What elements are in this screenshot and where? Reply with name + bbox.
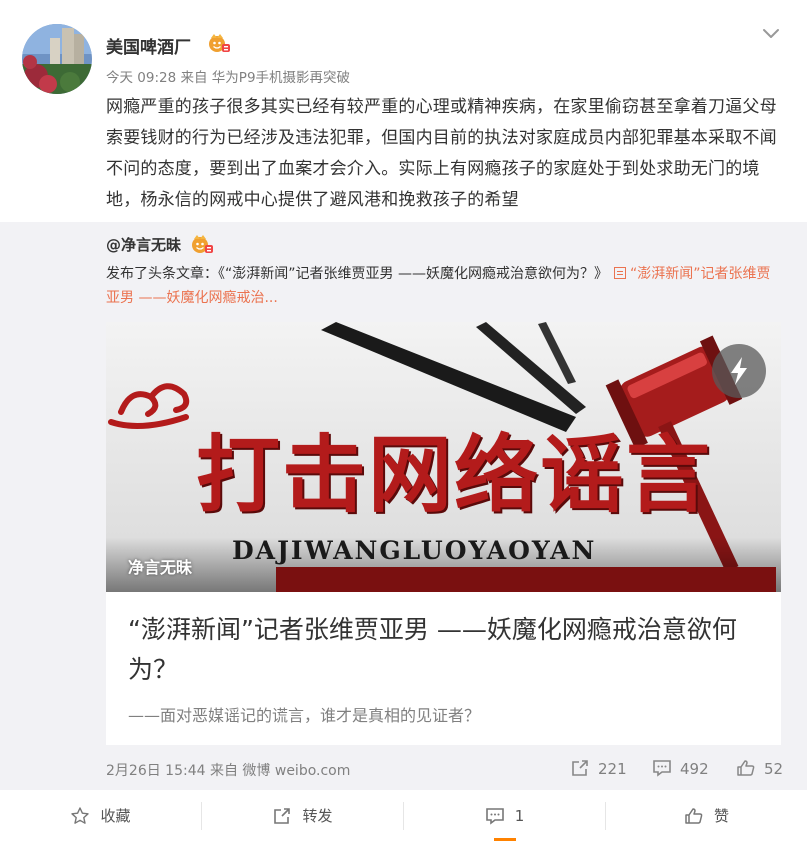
lightning-icon[interactable] xyxy=(712,344,766,398)
share-icon xyxy=(572,760,588,776)
like-stat[interactable]: 52 xyxy=(736,758,783,780)
banner-text: 打击网络谣言 xyxy=(196,408,781,518)
comment-count: 492 xyxy=(680,760,709,778)
like-button[interactable]: 赞 xyxy=(606,790,807,841)
post-time[interactable]: 今天 09:28 xyxy=(106,70,176,86)
favorite-button[interactable]: 收藏 xyxy=(0,790,201,841)
thumbs-up-icon xyxy=(737,760,755,776)
vip-crown-icon[interactable] xyxy=(190,234,214,254)
avatar[interactable] xyxy=(22,24,92,94)
vip-crown-icon[interactable] xyxy=(207,33,231,53)
article-card[interactable]: 打击网络谣言 DAJIWANGLUOYAOYAN 净言无昧 “澎湃新闻”记者张维… xyxy=(106,322,781,745)
username[interactable]: 美国啤酒厂 xyxy=(106,33,191,58)
repost-count: 221 xyxy=(598,760,627,778)
post-device[interactable]: 华为P9手机摄影再突破 xyxy=(212,70,350,86)
article-subtitle: ——面对恶媒谣记的谎言，谁才是真相的见证者？ xyxy=(128,706,481,725)
weibo-post: 美国啤酒厂 今天 09:28 来自 华为P9手机摄影再突破 网瘾严重的孩子很多其… xyxy=(0,0,807,841)
like-count: 52 xyxy=(764,760,784,778)
repost-footer: 2月26日 15:44 来自 微博 weibo.com 221 492 52 xyxy=(0,750,807,790)
comment-button[interactable]: 1 xyxy=(404,790,605,841)
article-icon xyxy=(613,267,626,279)
like-label: 赞 xyxy=(713,807,729,825)
image-watermark: 净言无昧 xyxy=(128,558,193,577)
repost-author[interactable]: @净言无昧 xyxy=(106,234,181,255)
post-text: 网瘾严重的孩子很多其实已经有较严重的心理或精神疾病，在家里偷窃甚至拿着刀逼父母索… xyxy=(106,97,777,210)
repost-text: 发布了头条文章：《“澎湃新闻”记者张维贾亚男 ——妖魔化网瘾戒治意欲何为？》 “澎… xyxy=(106,262,774,310)
forward-button[interactable]: 转发 xyxy=(202,790,403,841)
banner-text-main: 打击网络谣言 xyxy=(196,425,713,518)
banner-pinyin: DAJIWANGLUOYAOYAN xyxy=(232,536,597,565)
comment-label: 1 xyxy=(514,806,525,825)
chevron-down-icon[interactable] xyxy=(760,22,782,44)
article-title[interactable]: “澎湃新闻”记者张维贾亚男 ——妖魔化网瘾戒治意欲何为？ xyxy=(128,610,768,690)
comment-icon xyxy=(485,807,504,825)
repost-published-text: 发布了头条文章：《“澎湃新闻”记者张维贾亚男 ——妖魔化网瘾戒治意欲何为？》 xyxy=(106,266,608,282)
favorite-label: 收藏 xyxy=(100,807,131,825)
comment-stat[interactable]: 492 xyxy=(652,758,709,780)
action-bar: 收藏 转发 1 赞 xyxy=(0,790,807,841)
share-icon xyxy=(274,807,291,824)
star-icon xyxy=(71,806,90,824)
thumbs-up-icon xyxy=(685,807,703,824)
repost-block: @净言无昧 发布了头条文章：《“澎湃新闻”记者张维贾亚男 ——妖魔化网瘾戒治意欲… xyxy=(0,222,807,790)
comment-icon xyxy=(653,760,671,777)
repost-stat[interactable]: 221 xyxy=(570,758,627,780)
from-label: 来自 xyxy=(180,70,208,86)
repost-meta[interactable]: 2月26日 15:44 来自 微博 weibo.com xyxy=(106,760,350,780)
forward-label: 转发 xyxy=(302,807,333,825)
article-cover-image: 打击网络谣言 DAJIWANGLUOYAOYAN 净言无昧 xyxy=(106,322,781,592)
post-meta: 今天 09:28 来自 华为P9手机摄影再突破 xyxy=(106,66,350,86)
